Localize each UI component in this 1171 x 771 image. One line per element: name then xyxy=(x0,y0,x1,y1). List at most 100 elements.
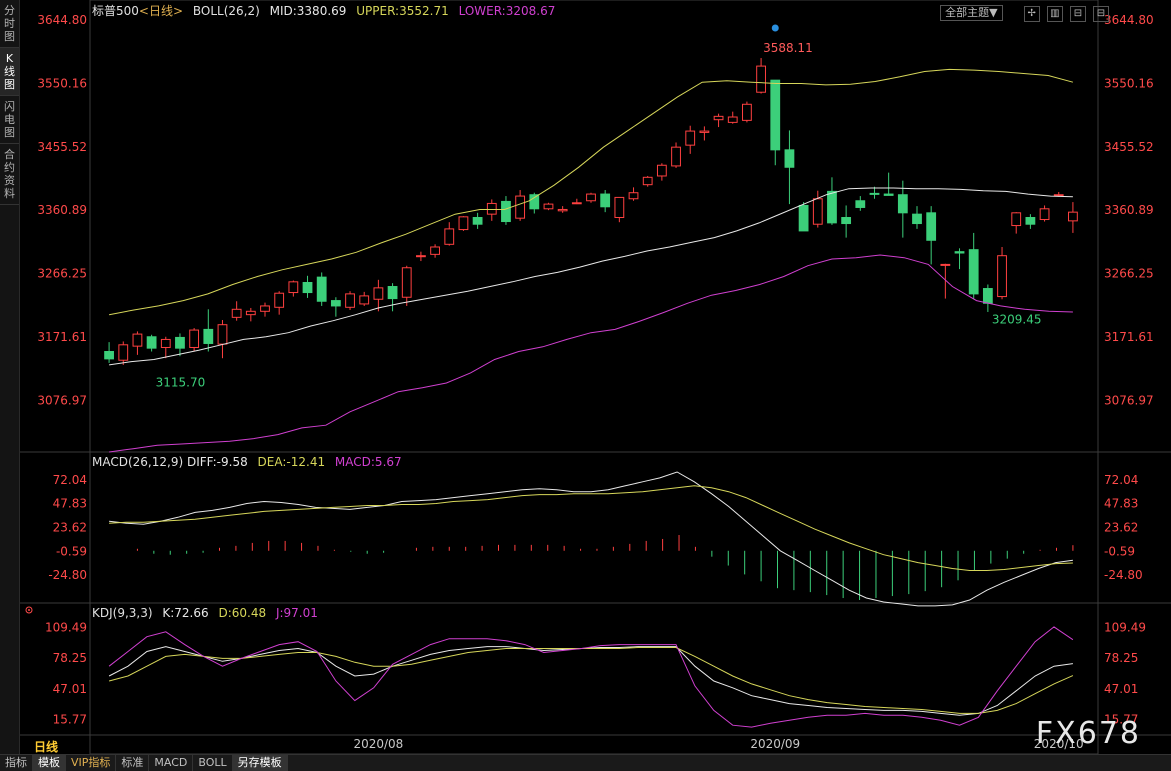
price-tick-right: 3455.52 xyxy=(1104,140,1154,154)
bottom-tab-6[interactable]: 另存模板 xyxy=(232,755,288,771)
macd-dea-line xyxy=(109,485,1073,571)
candle-body xyxy=(756,65,766,93)
theme-select[interactable]: 全部主题▼ xyxy=(940,5,1003,21)
sidebar-tab-0[interactable]: 分 时 图 xyxy=(0,0,19,48)
kdj-header: KDJ(9,3,3) K:72.66 D:60.48 J:97.01 xyxy=(92,606,324,620)
bottom-tab-2[interactable]: VIP指标 xyxy=(66,755,117,771)
candle-body xyxy=(713,115,724,121)
price-tick-left: 3171.61 xyxy=(37,330,87,344)
candle-body xyxy=(260,305,270,312)
candle-body xyxy=(784,149,795,168)
bottom-toolbar: 指标 模板 VIP指标 标准 MACD BOLL 另存模板 xyxy=(0,754,1171,771)
low-annotation: 3209.45 xyxy=(992,313,1042,327)
kdj-tick-right: 109.49 xyxy=(1104,620,1146,634)
kdj-tick-left: 15.77 xyxy=(53,713,87,727)
symbol-label: 标普500 xyxy=(92,4,139,18)
candle-body xyxy=(104,351,114,360)
candle-body xyxy=(444,228,455,245)
candle-body xyxy=(926,212,937,241)
boll-upper-value: UPPER:3552.71 xyxy=(356,4,449,18)
macd-tick-right: 47.83 xyxy=(1104,497,1138,511)
candle-body xyxy=(373,287,384,300)
candle-body xyxy=(217,324,228,345)
candle-body xyxy=(1039,208,1050,221)
candle-body xyxy=(968,249,979,295)
kdj-d-line xyxy=(108,647,1074,714)
chart-toolbar: 全部主题▼ ✢ ▥ ⊟ ⊟ xyxy=(940,1,1109,22)
macd-tick-left: -24.80 xyxy=(48,568,87,582)
candle-body xyxy=(175,336,185,349)
macd-tick-right: 23.62 xyxy=(1104,521,1138,535)
macd-tick-left: 47.83 xyxy=(53,497,87,511)
macd-dea: DEA:-12.41 xyxy=(257,455,326,469)
candle-body xyxy=(401,267,412,298)
sidebar-tab-1[interactable]: K 线 图 xyxy=(0,48,19,96)
candle-body xyxy=(940,263,951,266)
candle-body xyxy=(288,281,299,294)
candle-body xyxy=(189,329,200,348)
macd-diff-line xyxy=(109,471,1073,607)
macd-diff: DIFF:-9.58 xyxy=(186,455,248,469)
candle-body xyxy=(1011,212,1022,227)
price-tick-right: 3360.89 xyxy=(1104,203,1154,217)
candle-body xyxy=(586,193,596,202)
candle-body xyxy=(671,146,681,167)
x-axis-label: 2020/08 xyxy=(353,737,403,751)
candle-body xyxy=(571,202,582,205)
macd-tick-right: 72.04 xyxy=(1104,473,1138,487)
bottom-tab-4[interactable]: MACD xyxy=(149,755,194,771)
bottom-tab-3[interactable]: 标准 xyxy=(116,755,150,771)
candle-body xyxy=(628,192,639,200)
candle-body xyxy=(642,176,653,186)
panel-button[interactable]: ⊟ xyxy=(1069,6,1086,22)
bottom-tab-5[interactable]: BOLL xyxy=(193,755,233,771)
candle-body xyxy=(430,246,440,255)
price-tick-left: 3360.89 xyxy=(37,203,87,217)
candle-body xyxy=(529,194,540,210)
kdj-k: K:72.66 xyxy=(162,606,209,620)
watermark-logo: FX678 xyxy=(1035,716,1141,751)
macd-tick-right: -24.80 xyxy=(1104,568,1143,582)
layout-button[interactable]: ▥ xyxy=(1046,6,1063,22)
kdj-tick-right: 47.01 xyxy=(1104,682,1138,696)
candle-body xyxy=(699,130,710,133)
period-label[interactable]: 日线 xyxy=(34,738,58,755)
macd-header: MACD(26,12,9) DIFF:-9.58 DEA:-12.41 MACD… xyxy=(92,455,408,469)
candle-body xyxy=(685,130,696,146)
macd-tick-left: 23.62 xyxy=(53,521,87,535)
sidebar-tab-2[interactable]: 闪 电 图 xyxy=(0,96,19,144)
macd-title: MACD(26,12,9) xyxy=(92,455,184,469)
price-tick-left: 3644.80 xyxy=(37,13,87,27)
bottom-tab-0[interactable]: 指标 xyxy=(0,755,33,771)
high-annotation: 3588.11 xyxy=(763,41,813,55)
candle-body xyxy=(798,204,809,232)
candle-body xyxy=(1025,217,1036,225)
candle-body xyxy=(982,288,993,304)
candle-body xyxy=(146,336,157,349)
settings-button[interactable]: ⊟ xyxy=(1093,6,1109,22)
candle-body xyxy=(770,79,781,151)
candle-body xyxy=(458,216,469,231)
candle-body xyxy=(557,208,568,212)
price-tick-right: 3171.61 xyxy=(1104,330,1154,344)
kdj-d: D:60.48 xyxy=(218,606,267,620)
candle-body xyxy=(416,255,426,258)
candle-body xyxy=(600,193,611,208)
bottom-tab-1[interactable]: 模板 xyxy=(33,755,66,771)
candle-body xyxy=(132,333,143,347)
candle-body xyxy=(954,251,965,254)
x-axis-label: 2020/09 xyxy=(750,737,800,751)
candle-body xyxy=(912,213,922,225)
candle-body xyxy=(841,217,852,225)
candle-body xyxy=(869,192,880,195)
candle-body xyxy=(727,116,738,123)
sidebar-tab-3[interactable]: 合 约 资 料 xyxy=(0,144,19,205)
crosshair-button[interactable]: ✢ xyxy=(1023,6,1040,22)
period-tag[interactable]: <日线> xyxy=(139,4,183,18)
kdj-tick-left: 109.49 xyxy=(45,620,87,634)
chart-area[interactable]: 3644.80 3644.80 3550.16 3550.16 3455.52 3455.… xyxy=(20,0,1171,754)
sidebar: 分 时 图K 线 图闪 电 图合 约 资 料 xyxy=(0,0,20,755)
kdj-title: KDJ(9,3,3) xyxy=(92,606,153,620)
candle-body xyxy=(231,308,242,318)
price-tick-right: 3076.97 xyxy=(1104,393,1154,407)
